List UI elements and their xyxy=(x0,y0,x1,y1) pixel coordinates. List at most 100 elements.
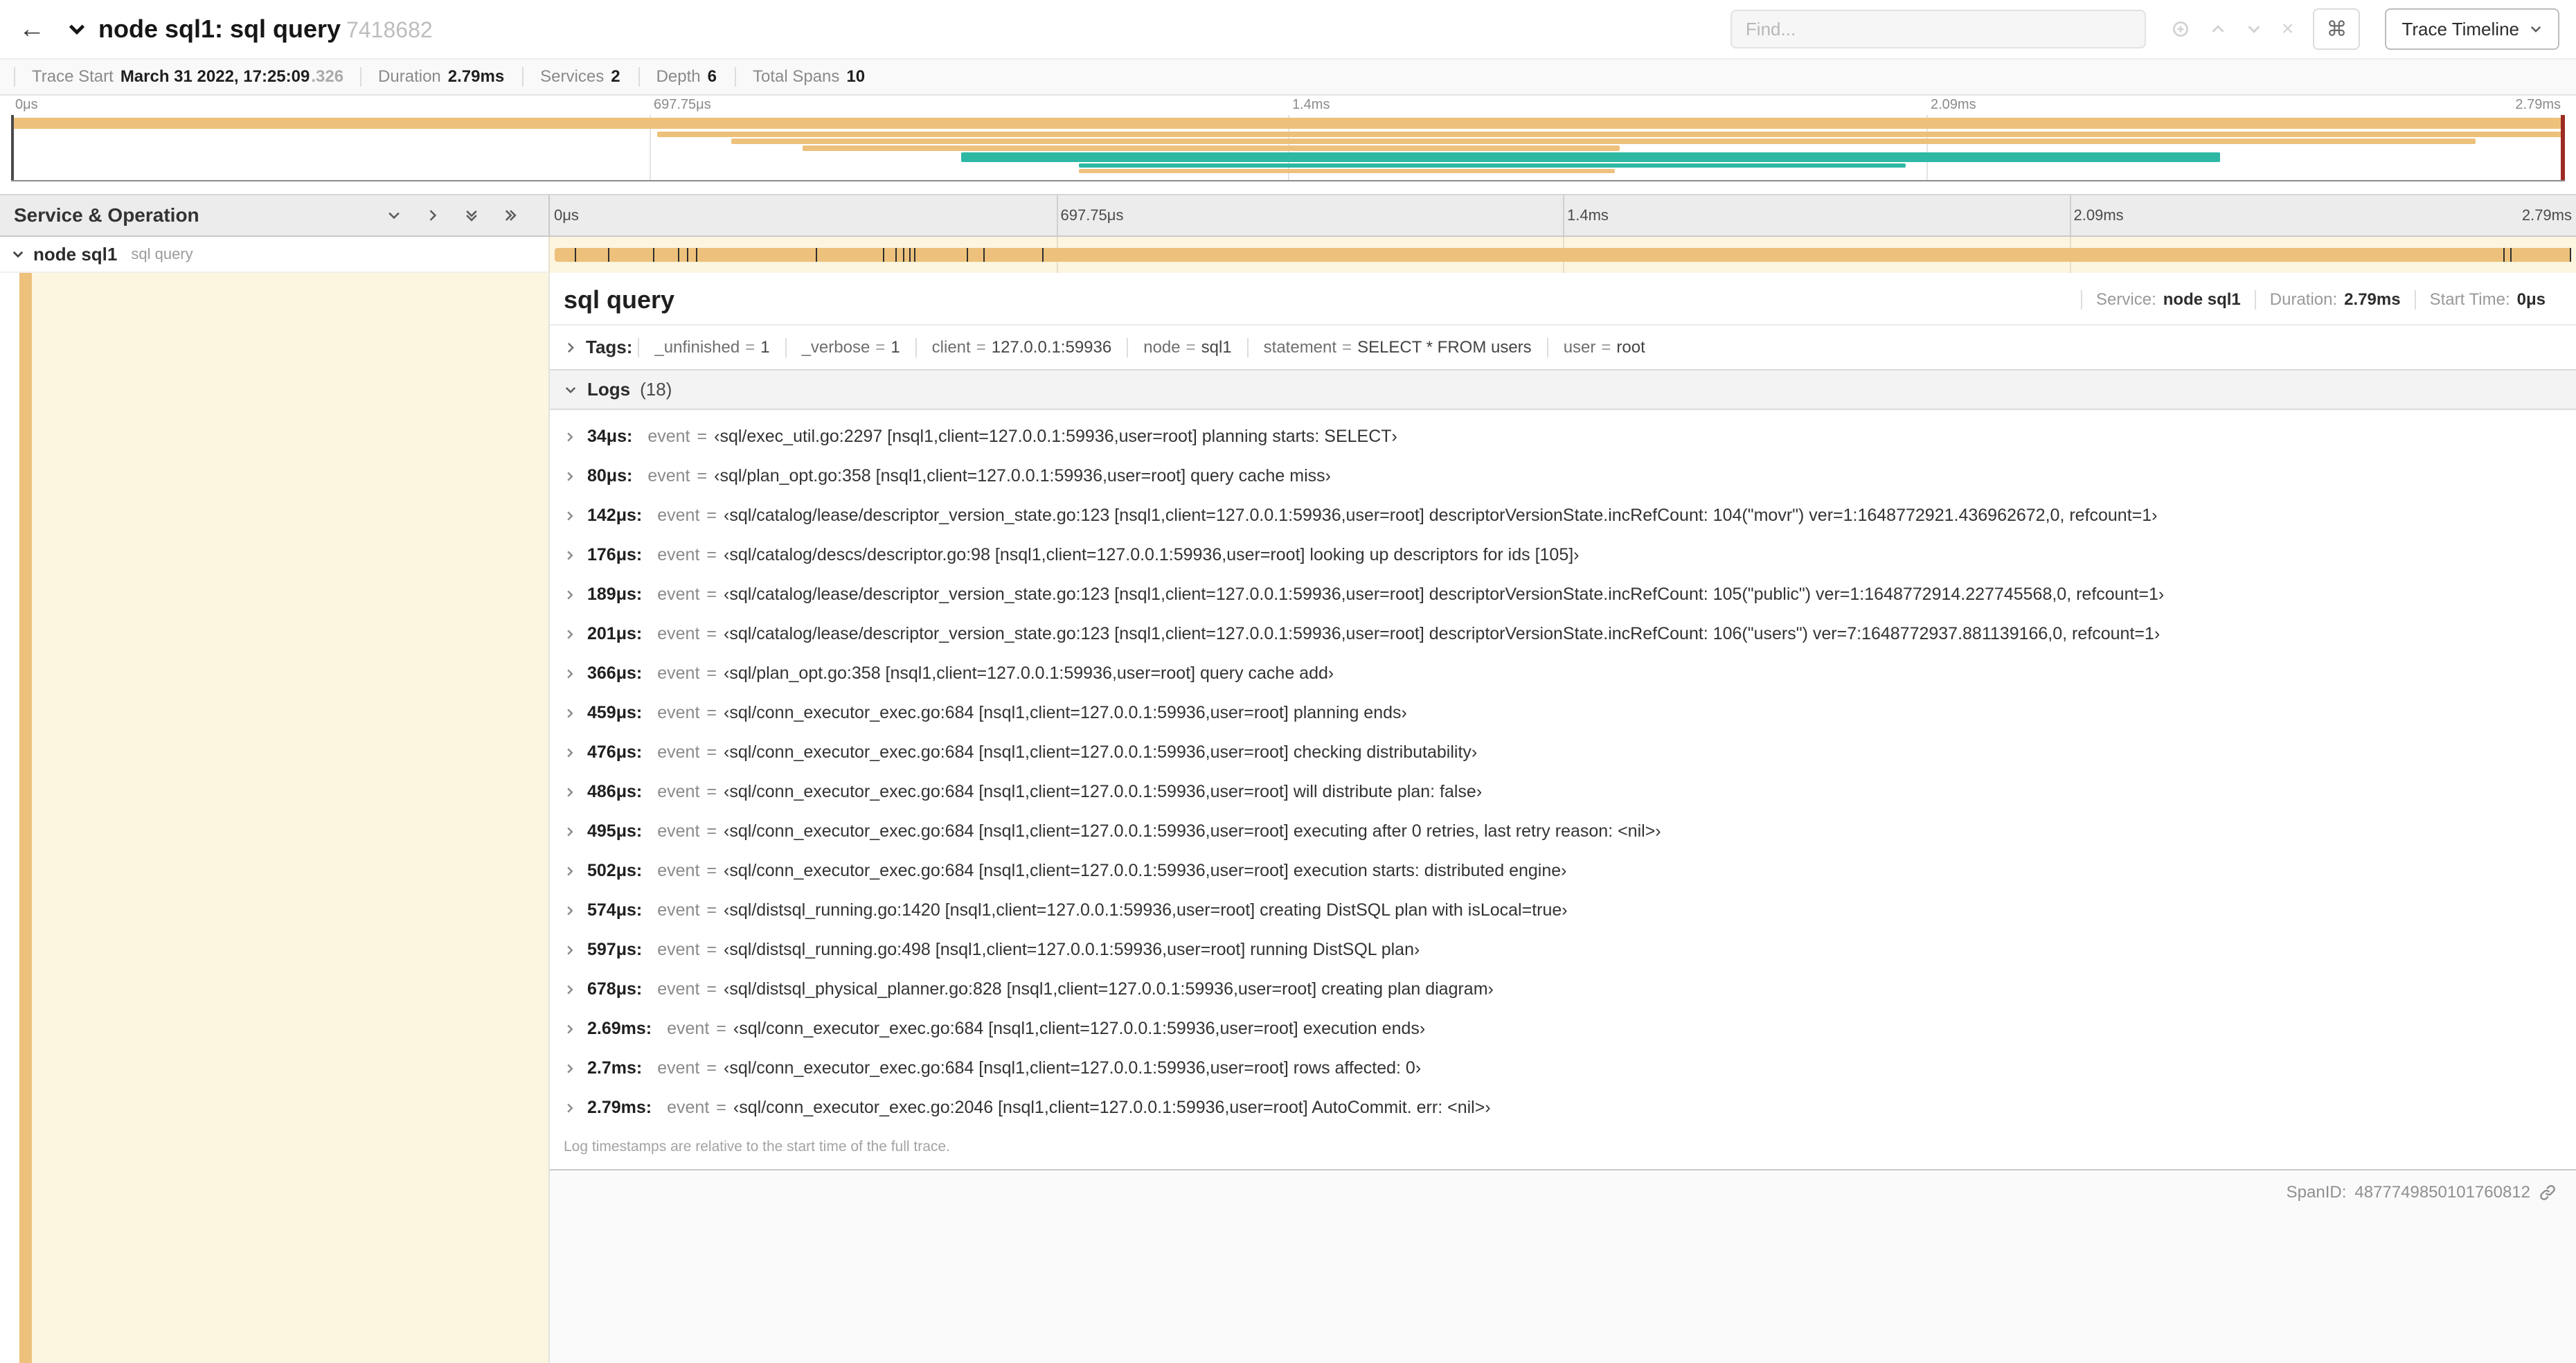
find-controls: × xyxy=(2171,19,2294,39)
tag-item: _unfinished = 1 xyxy=(638,337,785,357)
log-row[interactable]: 597μs: event = ‹sql/distsql_running.go:4… xyxy=(550,930,2576,970)
log-timestamp: 2.7ms: xyxy=(587,1058,643,1078)
tag-value: 127.0.0.1:59936 xyxy=(991,337,1112,357)
chevron-right-icon xyxy=(564,865,576,878)
prev-result-icon[interactable] xyxy=(2210,21,2226,37)
span-detail-title: sql query xyxy=(564,285,675,314)
log-row[interactable]: 2.79ms: event = ‹sql/conn_executor_exec.… xyxy=(550,1088,2576,1128)
tag-key: _unfinished xyxy=(654,337,740,357)
log-equals: = xyxy=(706,506,717,525)
keyboard-shortcuts-button[interactable]: ⌘ xyxy=(2313,8,2361,50)
log-row[interactable]: 486μs: event = ‹sql/conn_executor_exec.g… xyxy=(550,772,2576,812)
log-row[interactable]: 366μs: event = ‹sql/plan_opt.go:358 [nsq… xyxy=(550,654,2576,693)
log-row[interactable]: 502μs: event = ‹sql/conn_executor_exec.g… xyxy=(550,851,2576,891)
log-row[interactable]: 2.69ms: event = ‹sql/conn_executor_exec.… xyxy=(550,1009,2576,1049)
span-id-label: SpanID: xyxy=(2286,1183,2347,1202)
span-id-value: 4877749850101760812 xyxy=(2354,1183,2530,1202)
collapse-all-icon[interactable] xyxy=(464,208,479,223)
log-row[interactable]: 678μs: event = ‹sql/distsql_physical_pla… xyxy=(550,970,2576,1009)
log-row[interactable]: 80μs: event = ‹sql/plan_opt.go:358 [nsql… xyxy=(550,456,2576,496)
chevron-right-icon xyxy=(564,826,576,838)
tags-row[interactable]: Tags: _unfinished = 1 _verbose = 1 clien… xyxy=(550,326,2576,369)
indent-gutter xyxy=(0,273,19,1363)
span-duration-bar[interactable] xyxy=(555,248,2571,262)
chevron-right-icon xyxy=(564,589,576,601)
log-field-key: event xyxy=(657,821,700,841)
chevron-right-icon xyxy=(564,549,576,562)
log-row[interactable]: 176μs: event = ‹sql/catalog/descs/descri… xyxy=(550,535,2576,575)
collapse-controls xyxy=(386,208,518,223)
minimap-left-scrubber[interactable] xyxy=(11,115,14,180)
ruler-gridline xyxy=(2069,195,2071,235)
ruler-tick-label: 697.75μs xyxy=(1060,206,1124,224)
minimap-canvas[interactable] xyxy=(11,115,2565,181)
minimap-span-bar xyxy=(1078,163,1906,168)
span-expand-chevron-icon[interactable] xyxy=(11,247,25,261)
minimap-tick-label: 697.75μs xyxy=(654,97,711,112)
log-row[interactable]: 495μs: event = ‹sql/conn_executor_exec.g… xyxy=(550,812,2576,851)
log-row[interactable]: 201μs: event = ‹sql/catalog/lease/descri… xyxy=(550,614,2576,654)
span-indent-guide[interactable] xyxy=(19,273,32,1363)
log-timestamp: 201μs: xyxy=(587,624,643,643)
minimap-tick-label: 2.09ms xyxy=(1931,97,1976,112)
log-equals: = xyxy=(706,742,717,762)
trace-collapse-chevron-icon[interactable] xyxy=(66,19,87,39)
page-title: node sql1: sql query 7418682 xyxy=(98,15,433,43)
log-row[interactable]: 142μs: event = ‹sql/catalog/lease/descri… xyxy=(550,496,2576,535)
log-timestamp: 142μs: xyxy=(587,506,643,525)
summary-label: Total Spans xyxy=(752,67,840,86)
tag-equals: = xyxy=(745,337,755,357)
log-row[interactable]: 189μs: event = ‹sql/catalog/lease/descri… xyxy=(550,575,2576,614)
log-row[interactable]: 2.7ms: event = ‹sql/conn_executor_exec.g… xyxy=(550,1049,2576,1088)
log-field-value: ‹sql/conn_executor_exec.go:684 [nsql1,cl… xyxy=(724,1058,1422,1078)
log-field-key: event xyxy=(657,861,700,880)
log-marker xyxy=(815,248,817,262)
chevron-right-icon xyxy=(564,470,576,483)
tag-item: node = sql1 xyxy=(1127,337,1246,357)
minimap-right-scrubber[interactable] xyxy=(2561,115,2565,180)
log-field-key: event xyxy=(647,466,690,485)
tag-item: user = root xyxy=(1546,337,1661,357)
log-row[interactable]: 459μs: event = ‹sql/conn_executor_exec.g… xyxy=(550,693,2576,733)
log-equals: = xyxy=(706,979,717,999)
tag-key: statement xyxy=(1263,337,1337,357)
log-equals: = xyxy=(706,545,717,564)
copy-link-icon[interactable] xyxy=(2539,1184,2557,1202)
chevron-right-icon xyxy=(564,628,576,641)
view-mode-dropdown[interactable]: Trace Timeline xyxy=(2385,8,2559,50)
overview-value: 0μs xyxy=(2516,290,2546,309)
log-equals: = xyxy=(697,427,708,446)
back-button[interactable]: ← xyxy=(8,6,55,53)
log-row[interactable]: 34μs: event = ‹sql/exec_util.go:2297 [ns… xyxy=(550,417,2576,456)
log-row[interactable]: 476μs: event = ‹sql/conn_executor_exec.g… xyxy=(550,733,2576,772)
log-timestamp: 176μs: xyxy=(587,545,643,564)
next-result-icon[interactable] xyxy=(2246,21,2262,37)
log-field-value: ‹sql/conn_executor_exec.go:684 [nsql1,cl… xyxy=(724,821,1661,841)
find-input[interactable] xyxy=(1730,10,2146,48)
log-field-value: ‹sql/plan_opt.go:358 [nsql1,client=127.0… xyxy=(714,466,1331,485)
command-icon: ⌘ xyxy=(2326,17,2347,41)
log-equals: = xyxy=(716,1019,726,1038)
logs-footnote: Log timestamps are relative to the start… xyxy=(564,1139,950,1155)
collapse-one-icon[interactable] xyxy=(386,208,402,223)
expand-one-icon[interactable] xyxy=(425,208,440,223)
span-detail-overview: Service: node sql1 Duration: 2.79ms Start … xyxy=(2081,290,2559,310)
tag-key: node xyxy=(1143,337,1181,357)
log-timestamp: 597μs: xyxy=(587,940,643,959)
chevron-right-icon xyxy=(564,983,576,996)
column-resizer[interactable] xyxy=(548,194,553,1363)
log-field-value: ‹sql/exec_util.go:2297 [nsql1,client=127… xyxy=(714,427,1397,446)
log-marker xyxy=(652,248,654,262)
clear-search-icon[interactable]: × xyxy=(2282,19,2294,39)
log-row[interactable]: 574μs: event = ‹sql/distsql_running.go:1… xyxy=(550,891,2576,930)
span-name-cell[interactable]: node sql1 sql query xyxy=(0,237,550,273)
tag-equals: = xyxy=(875,337,886,357)
expand-all-icon[interactable] xyxy=(503,208,518,223)
tag-equals: = xyxy=(1601,337,1611,357)
focus-match-icon[interactable] xyxy=(2171,19,2190,39)
span-row: node sql1 sql query xyxy=(0,237,2576,273)
top-bar: ← node sql1: sql query7418682 × ⌘ Trace … xyxy=(0,0,2576,58)
span-track[interactable] xyxy=(550,237,2576,273)
logs-header[interactable]: Logs (18) xyxy=(550,369,2576,410)
tag-item: statement = SELECT * FROM users xyxy=(1246,337,1547,357)
